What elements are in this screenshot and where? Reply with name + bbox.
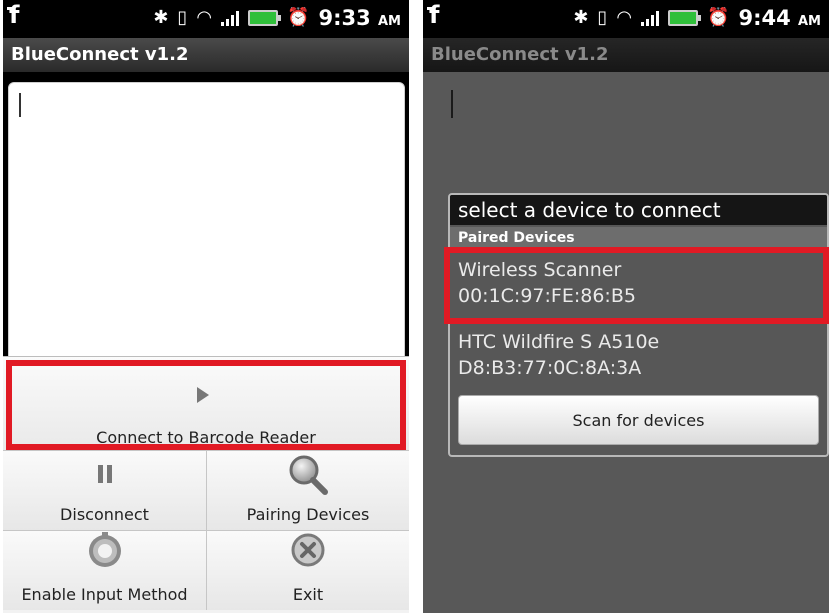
bluetooth-icon: ✱ — [153, 7, 169, 28]
vibrate-icon: ▯ — [597, 7, 608, 28]
alarm-icon: ⏰ — [287, 7, 310, 28]
facebook-icon: f — [6, 1, 20, 29]
highlight-box-device — [444, 247, 829, 324]
magnifier-icon — [289, 455, 328, 495]
signal-icon — [221, 10, 240, 26]
status-clock: 9:33 AM — [318, 6, 401, 30]
exit-icon — [291, 533, 325, 567]
vibrate-icon: ▯ — [177, 7, 188, 28]
text-cursor — [19, 93, 21, 117]
pairing-devices-menu-item[interactable]: Pairing Devices — [206, 450, 409, 530]
battery-icon — [248, 10, 282, 26]
highlight-box-connect — [6, 360, 406, 450]
disconnect-menu-item[interactable]: Disconnect — [3, 450, 206, 530]
paired-devices-header: Paired Devices — [450, 227, 827, 249]
device-address: D8:B3:77:0C:8A:3A — [458, 357, 642, 379]
phone-screen-right: f ✱ ▯ ◠ ⏰ 9:44 AM BlueConnect v1.2 selec… — [423, 0, 829, 613]
scan-for-devices-button[interactable]: Scan for devices — [458, 395, 819, 445]
device-select-dialog: select a device to connect Paired Device… — [448, 193, 829, 457]
signal-icon — [641, 10, 660, 26]
gear-icon — [88, 532, 121, 567]
wifi-icon: ◠ — [616, 7, 633, 28]
text-input-area[interactable] — [8, 82, 405, 364]
bluetooth-icon: ✱ — [573, 7, 589, 28]
app-title-bar: BlueConnect v1.2 — [3, 38, 409, 72]
app-title-bar: BlueConnect v1.2 — [423, 38, 829, 72]
enable-input-method-label: Enable Input Method — [21, 585, 188, 604]
phone-screen-left: f ✱ ▯ ◠ ⏰ 9:33 AM BlueConnect v1.2 Conne… — [3, 0, 409, 613]
disconnect-label: Disconnect — [60, 505, 149, 524]
exit-menu-item[interactable]: Exit — [206, 530, 409, 610]
text-cursor — [451, 90, 453, 118]
battery-icon — [668, 10, 702, 26]
options-menu: Connect to Barcode Reader Disconnect Pai… — [3, 356, 409, 613]
status-clock: 9:44 AM — [738, 6, 821, 30]
device-name: HTC Wildfire S A510e — [458, 331, 660, 353]
exit-label: Exit — [292, 585, 324, 604]
facebook-icon: f — [426, 1, 440, 29]
dialog-title: select a device to connect — [450, 195, 827, 225]
status-bar: f ✱ ▯ ◠ ⏰ 9:33 AM — [3, 0, 409, 38]
wifi-icon: ◠ — [196, 7, 213, 28]
device-item[interactable]: HTC Wildfire S A510e D8:B3:77:0C:8A:3A — [450, 323, 827, 387]
enable-input-method-menu-item[interactable]: Enable Input Method — [3, 530, 206, 610]
pause-icon — [97, 465, 112, 483]
pairing-devices-label: Pairing Devices — [246, 505, 370, 524]
alarm-icon: ⏰ — [707, 7, 730, 28]
status-bar: f ✱ ▯ ◠ ⏰ 9:44 AM — [423, 0, 829, 38]
